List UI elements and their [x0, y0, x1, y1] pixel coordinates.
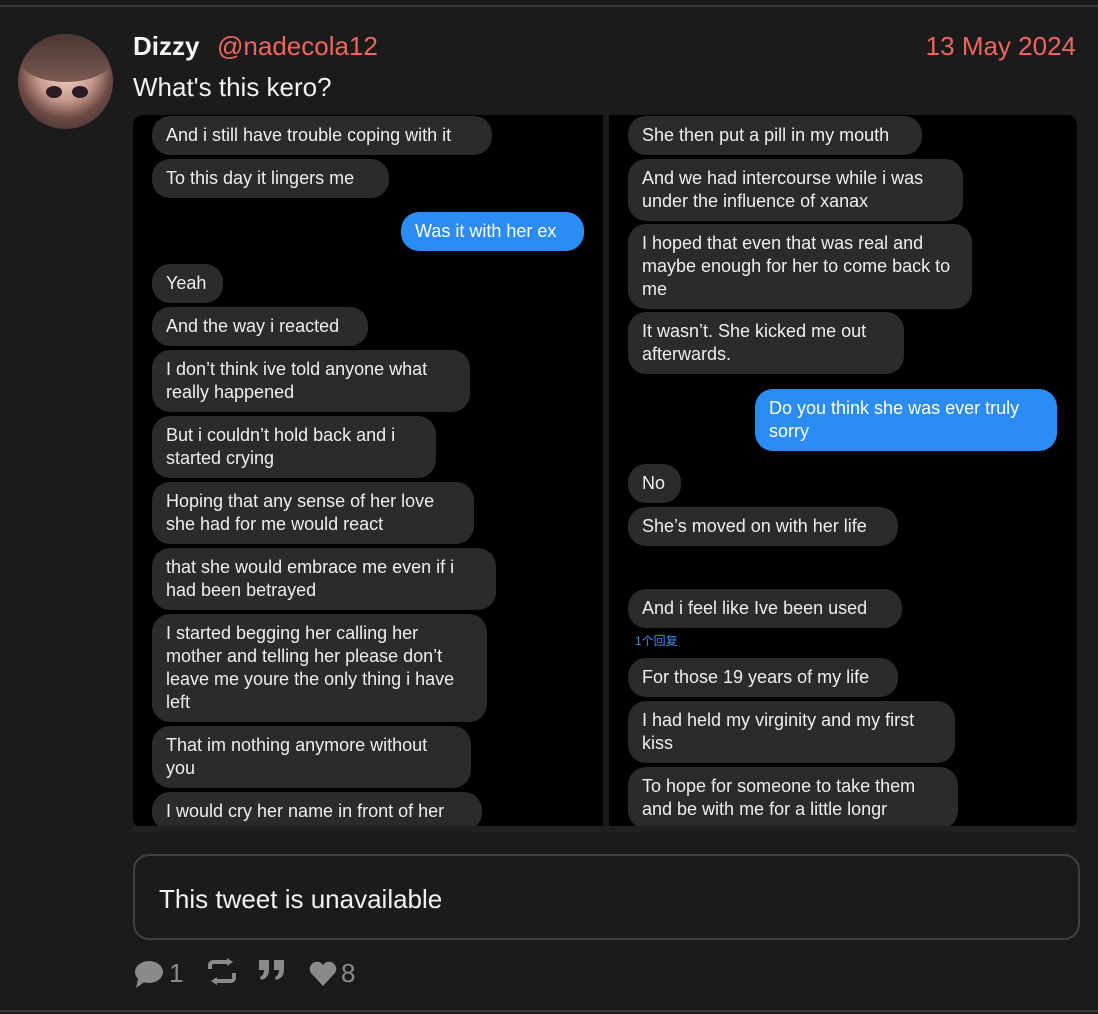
- message-bubble: I don’t think ive told anyone what reall…: [152, 350, 470, 412]
- retweet-icon: [206, 958, 238, 986]
- message-bubble: That im nothing anymore without you: [152, 726, 471, 788]
- message-bubble: But i couldn’t hold back and i started c…: [152, 416, 436, 478]
- message-bubble: that she would embrace me even if i had …: [152, 548, 496, 610]
- reply-button[interactable]: 1: [133, 958, 183, 989]
- post-text: What's this kero?: [133, 72, 332, 102]
- top-divider: [0, 5, 1098, 7]
- message-bubble: To this day it lingers me: [152, 159, 389, 198]
- author-handle[interactable]: @nadecola12: [217, 31, 378, 62]
- message-bubble: It wasn’t. She kicked me out afterwards.: [628, 312, 904, 374]
- like-icon: [309, 961, 337, 987]
- media-bottom-strip: [133, 826, 1077, 833]
- message-bubble: I would cry her name in front of her: [152, 792, 482, 828]
- like-count: 8: [341, 958, 356, 988]
- reply-count-link[interactable]: 1个回复: [635, 632, 678, 649]
- reply-count: 1: [169, 958, 184, 988]
- avatar-eye-left: [46, 86, 62, 98]
- message-bubble: And we had intercourse while i was under…: [628, 159, 963, 221]
- message-bubble: Yeah: [152, 264, 223, 303]
- bottom-divider: [0, 1010, 1098, 1012]
- message-bubble-outgoing: Do you think she was ever truly sorry: [755, 389, 1057, 451]
- quote-button[interactable]: [257, 958, 287, 982]
- message-bubble: I started begging her calling her mother…: [152, 614, 487, 722]
- message-bubble: To hope for someone to take them and be …: [628, 767, 958, 828]
- message-bubble: I hoped that even that was real and mayb…: [628, 224, 972, 309]
- message-bubble-outgoing: Was it with her ex: [401, 212, 584, 251]
- quoted-tweet-card[interactable]: This tweet is unavailable: [133, 854, 1080, 940]
- screenshot-divider: [603, 115, 609, 828]
- message-bubble: No: [628, 464, 681, 503]
- unavailable-message: This tweet is unavailable: [159, 884, 443, 914]
- avatar-eye-right: [72, 86, 88, 98]
- message-bubble: For those 19 years of my life: [628, 658, 898, 697]
- post-date[interactable]: 13 May 2024: [926, 31, 1076, 62]
- message-bubble: Hoping that any sense of her love she ha…: [152, 482, 474, 544]
- message-bubble: And i feel like Ive been used: [628, 589, 902, 628]
- author-name[interactable]: Dizzy: [133, 31, 199, 62]
- reply-icon: [133, 959, 165, 989]
- avatar[interactable]: [18, 34, 113, 129]
- retweet-button[interactable]: [206, 958, 238, 986]
- avatar-hair: [18, 34, 113, 82]
- message-bubble: And i still have trouble coping with it: [152, 116, 492, 155]
- quote-icon: [257, 958, 287, 982]
- message-bubble: She’s moved on with her life: [628, 507, 898, 546]
- message-bubble: I had held my virginity and my first kis…: [628, 701, 955, 763]
- attached-screenshot[interactable]: And i still have trouble coping with it …: [133, 115, 1077, 828]
- like-button[interactable]: 8: [309, 958, 355, 989]
- message-bubble: She then put a pill in my mouth: [628, 116, 922, 155]
- message-bubble: And the way i reacted: [152, 307, 368, 346]
